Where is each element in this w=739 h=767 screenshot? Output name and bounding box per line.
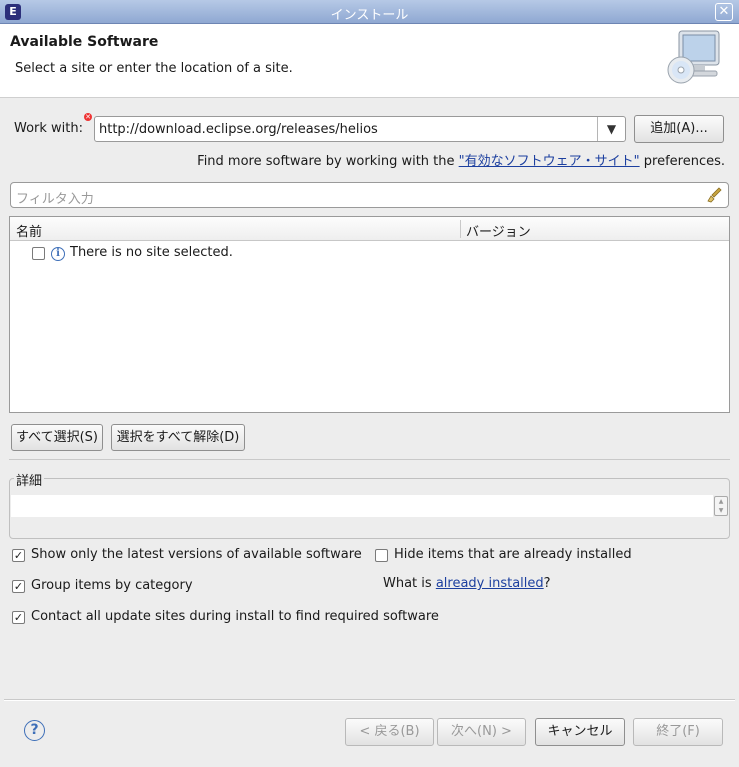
what-is-suffix: ? [543,576,551,591]
column-separator[interactable] [460,220,461,238]
info-icon: i [51,247,65,261]
error-decoration-icon: ✕ [84,113,92,121]
footer-divider-highlight [4,700,735,701]
latest-versions-label[interactable]: Show only the latest versions of availab… [31,547,362,562]
what-is-prefix: What is [383,576,436,591]
wizard-banner: Available Software Select a site or ente… [0,24,739,98]
details-label: 詳細 [14,470,45,489]
work-with-label: Work with: [14,121,84,136]
work-with-combo[interactable]: http://download.eclipse.org/releases/hel… [94,116,626,142]
details-text [11,495,713,517]
window-title: インストール [330,8,409,23]
window-titlebar: E インストール ✕ [0,0,739,24]
hide-installed-label[interactable]: Hide items that are already installed [394,547,632,562]
divider [9,459,730,460]
window-close-button[interactable]: ✕ [715,3,733,21]
page-title: Available Software [10,34,159,50]
hide-installed-checkbox[interactable] [375,549,388,562]
filter-placeholder: フィルタ入力 [16,192,94,207]
help-icon[interactable]: ? [24,720,45,741]
contact-all-checkbox[interactable]: ✓ [12,611,25,624]
details-group: 詳細 ▲ ▼ [9,470,730,539]
table-header: 名前 バージョン [10,217,729,241]
what-is-installed-text: What is already installed? [383,576,551,591]
deselect-all-button[interactable]: 選択をすべて解除(D) [111,424,245,451]
find-more-prefix: Find more software by working with the [197,154,459,169]
finish-button[interactable]: 終了(F) [633,718,723,746]
monitor-cd-icon [667,30,720,84]
clear-filter-icon[interactable] [707,187,723,203]
contact-all-label[interactable]: Contact all update sites during install … [31,609,439,624]
software-table[interactable]: 名前 バージョン i There is no site selected. [9,216,730,413]
group-by-category-checkbox[interactable]: ✓ [12,580,25,593]
back-button[interactable]: < 戻る(B) [345,718,434,746]
find-more-suffix: preferences. [639,154,725,169]
available-sites-link[interactable]: "有効なソフトウェア・サイト" [459,154,640,169]
chevron-down-icon[interactable]: ▼ [597,117,625,141]
work-with-value[interactable]: http://download.eclipse.org/releases/hel… [99,122,378,137]
cancel-button[interactable]: キャンセル [535,718,625,746]
column-name-header[interactable]: 名前 [16,221,42,240]
group-by-category-label[interactable]: Group items by category [31,578,193,593]
details-scrollbar[interactable]: ▲ ▼ [714,496,728,516]
row-name: There is no site selected. [70,245,233,260]
filter-input[interactable]: フィルタ入力 [10,182,729,208]
add-site-button[interactable]: 追加(A)... [634,115,724,143]
latest-versions-checkbox[interactable]: ✓ [12,549,25,562]
column-version-header[interactable]: バージョン [466,221,531,240]
next-button[interactable]: 次へ(N) > [437,718,526,746]
page-description: Select a site or enter the location of a… [15,61,293,76]
already-installed-link[interactable]: already installed [436,576,544,591]
row-checkbox[interactable] [32,247,45,260]
select-all-button[interactable]: すべて選択(S) [11,424,103,451]
find-more-text: Find more software by working with the "… [197,150,725,169]
